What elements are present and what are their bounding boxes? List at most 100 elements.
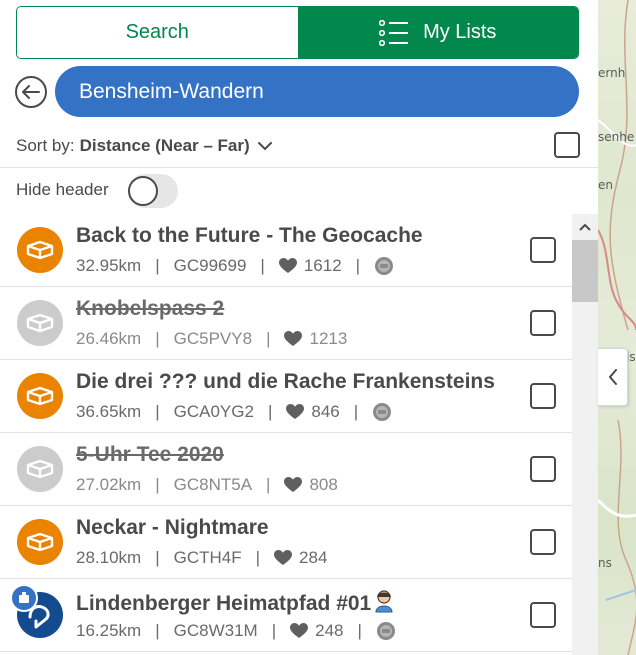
heart-icon [274,550,293,566]
chevron-down-icon [257,141,272,150]
cache-meta: 16.25km | GC8W31M | 248 | [76,621,396,641]
cache-select-checkbox[interactable] [530,310,556,336]
heart-icon [286,404,305,420]
cache-select-checkbox[interactable] [530,237,556,263]
cache-select-checkbox[interactable] [530,456,556,482]
back-button[interactable] [15,76,47,108]
cache-title[interactable]: Neckar - Nightmare [76,516,269,540]
separator: | [260,256,265,275]
traditional-cache-icon [17,227,63,273]
arrow-left-icon [22,85,40,99]
collapse-map-button[interactable] [598,348,628,406]
separator: | [357,621,362,640]
cache-meta: 27.02km | GC8NT5A | 808 [76,475,338,495]
cache-title[interactable]: 5-Uhr Tee 2020 [76,443,224,467]
side-panel: Search My Lists Bensheim-Wandern Sort by… [0,0,598,655]
separator: | [255,548,261,567]
heart-icon [278,258,297,274]
cache-row[interactable]: Knobelspass 2 26.46km | GC5PVY8 | 1213 [0,287,572,360]
cache-title[interactable]: Lindenberger Heimatpfad #01 [76,589,395,619]
separator: | [266,475,271,494]
cache-distance: 36.65km [76,402,142,421]
cache-meta: 32.95km | GC99699 | 1612 | [76,256,394,276]
sort-value: Distance (Near – Far) [79,136,250,155]
sort-prefix: Sort by: [16,136,75,155]
cache-select-checkbox[interactable] [530,529,556,555]
list-scrollbar[interactable] [572,214,598,655]
cache-favorites: 284 [299,548,328,567]
map-preview[interactable]: ernh senhe en is ns [598,0,636,655]
cache-code: GC5PVY8 [173,329,253,348]
heart-icon [284,331,303,347]
cache-code: GCTH4F [173,548,242,567]
cache-code: GC8W31M [173,621,258,640]
cartridge-badge-icon [10,584,38,612]
list-name: Bensheim-Wandern [79,79,264,103]
select-all-checkbox[interactable] [554,132,580,158]
traditional-cache-icon [17,519,63,565]
separator: | [267,402,273,421]
separator: | [353,402,359,421]
traditional-cache-icon [17,373,63,419]
separator: | [266,329,271,348]
tab-my-lists[interactable]: My Lists [297,7,578,58]
scroll-up-button[interactable] [572,214,598,240]
award-badge-icon [372,402,392,422]
map-label: ernh [598,66,626,80]
separator: | [155,329,160,348]
toggle-knob [128,176,158,206]
map-label: senhe [598,130,635,144]
chevron-left-icon [608,369,617,385]
cache-select-checkbox[interactable] [530,602,556,628]
cache-row[interactable]: 5-Uhr Tee 2020 27.02km | GC8NT5A | 808 [0,433,572,506]
cache-distance: 27.02km [76,475,142,494]
cache-row[interactable]: Back to the Future - The Geocache 32.95k… [0,214,572,287]
cache-list: Back to the Future - The Geocache 32.95k… [0,214,572,655]
person-emoji-icon [373,589,395,619]
map-label: en [598,178,613,192]
separator: | [155,621,160,640]
cache-meta: 28.10km | GCTH4F | 284 [76,548,327,568]
list-icon [379,19,409,46]
list-name-pill[interactable]: Bensheim-Wandern [55,66,579,117]
separator: | [155,402,160,421]
cache-select-checkbox[interactable] [530,383,556,409]
traditional-cache-icon [17,300,63,346]
cache-favorites: 808 [309,475,338,494]
hide-header-toggle[interactable] [128,174,178,208]
cache-distance: 26.46km [76,329,142,348]
cache-distance: 28.10km [76,548,142,567]
cache-meta: 36.65km | GCA0YG2 | 846 | [76,402,392,422]
separator: | [155,256,160,275]
cache-title[interactable]: Back to the Future - The Geocache [76,224,423,248]
cache-code: GC8NT5A [173,475,253,494]
separator: | [271,621,277,640]
tab-my-lists-label: My Lists [423,21,497,43]
map-label: ns [598,556,612,570]
tab-search-label: Search [125,21,189,43]
sort-dropdown[interactable]: Sort by: Distance (Near – Far) [16,136,272,156]
cache-favorites: 1213 [309,329,348,348]
cache-distance: 32.95km [76,256,142,275]
award-badge-icon [374,256,394,276]
cache-favorites: 1612 [303,256,342,275]
cache-favorites: 248 [315,621,344,640]
cache-title[interactable]: Knobelspass 2 [76,297,224,321]
cache-favorites: 846 [311,402,340,421]
cache-title[interactable]: Die drei ??? und die Rache Frankensteins [76,370,495,394]
scroll-thumb[interactable] [572,240,598,302]
cache-row[interactable]: Neckar - Nightmare 28.10km | GCTH4F | 28… [0,506,572,579]
divider [0,167,598,168]
heart-icon [290,623,309,639]
cache-row[interactable]: Die drei ??? und die Rache Frankensteins… [0,360,572,433]
traditional-cache-icon [17,446,63,492]
cache-distance: 16.25km [76,621,142,640]
chevron-up-icon [579,223,591,231]
separator: | [355,256,361,275]
cache-row[interactable]: Lindenberger Heimatpfad #01 16.25km | GC… [0,579,572,652]
tab-search[interactable]: Search [17,7,298,58]
separator: | [155,475,160,494]
cache-meta: 26.46km | GC5PVY8 | 1213 [76,329,347,349]
heart-icon [284,477,303,493]
separator: | [155,548,160,567]
